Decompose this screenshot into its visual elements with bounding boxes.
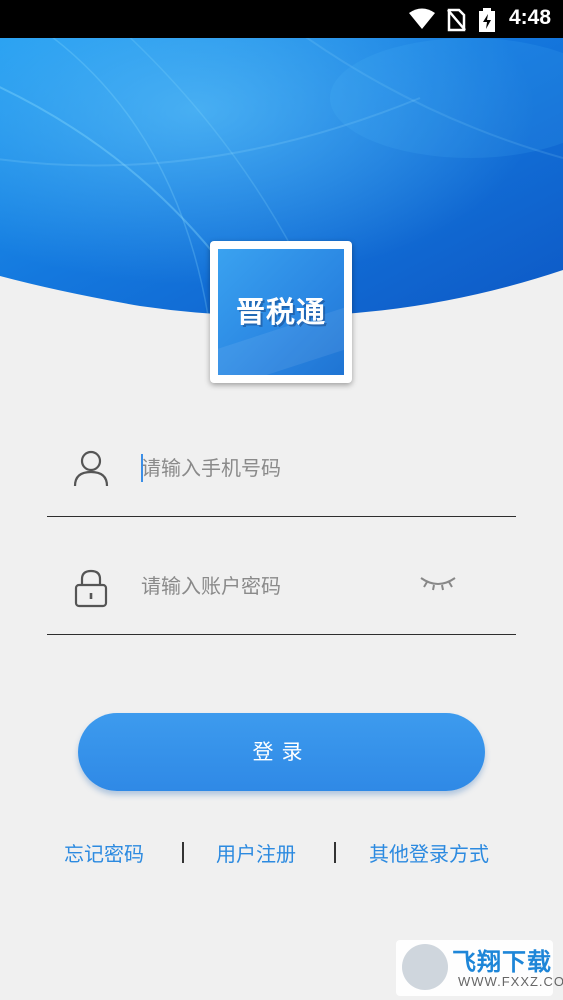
bottom-links: 忘记密码 用户注册 其他登录方式 (0, 838, 563, 872)
status-time: 4:48 (508, 6, 551, 29)
other-login-link[interactable]: 其他登录方式 (369, 838, 489, 867)
battery-charging-icon (479, 8, 495, 36)
app-logo-tile: 晋税通 (218, 249, 344, 375)
status-bar: 4:48 (0, 0, 563, 38)
password-input[interactable] (141, 568, 401, 604)
watermark-logo-icon (402, 944, 448, 990)
user-icon (73, 450, 109, 492)
app-logo-text: 晋税通 (235, 295, 326, 329)
lock-icon (73, 568, 109, 612)
app-logo: 晋税通 (210, 241, 352, 383)
forgot-password-link[interactable]: 忘记密码 (64, 838, 144, 867)
watermark-url: WWW.FXXZ.COM (458, 974, 563, 989)
watermark: 飞翔下载 WWW.FXXZ.COM (396, 940, 563, 996)
login-button[interactable]: 登录 (78, 713, 485, 791)
eye-closed-icon[interactable] (419, 574, 457, 598)
link-separator (182, 842, 184, 863)
watermark-title: 飞翔下载 (452, 948, 552, 976)
link-separator (334, 842, 336, 863)
text-caret (141, 454, 143, 482)
wifi-icon (408, 8, 436, 34)
password-field (47, 516, 516, 635)
phone-input[interactable] (141, 450, 401, 486)
no-sim-icon (446, 8, 466, 36)
phone-field (47, 398, 516, 517)
register-link[interactable]: 用户注册 (216, 838, 296, 867)
